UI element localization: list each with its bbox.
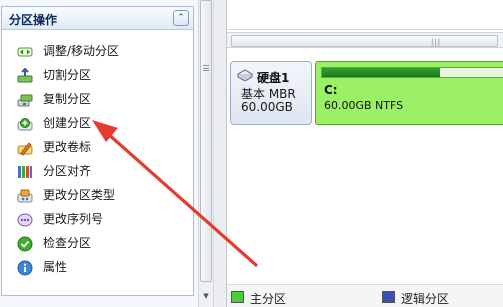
copy-partition-icon xyxy=(17,94,33,107)
operation-label: 更改分区类型 xyxy=(43,188,116,202)
operation-label: 更改卷标 xyxy=(43,140,92,154)
operation-change-label[interactable]: 更改卷标 xyxy=(2,136,193,160)
partition-operations-pane: 分区操作 ⌃ 调整/移动分区 切割分区 复制分区 创建分区 更改卷标 分区对齐 … xyxy=(0,0,198,307)
operation-label: 更改序列号 xyxy=(43,212,104,226)
left-pane-scrollbar[interactable]: ▼ xyxy=(198,0,213,307)
horizontal-scrollbar[interactable]: ||| xyxy=(227,32,503,48)
partition-operations-panel: 分区操作 ⌃ 调整/移动分区 切割分区 复制分区 创建分区 更改卷标 分区对齐 … xyxy=(1,6,194,296)
disk-info[interactable]: 硬盘1 基本 MBR 60.00GB xyxy=(230,61,312,125)
legend-bar: 主分区 逻辑分区 xyxy=(227,284,503,307)
operation-list: 调整/移动分区 切割分区 复制分区 创建分区 更改卷标 分区对齐 更改分区类型 … xyxy=(2,40,193,280)
partition-c-block[interactable]: C: 60.00GB NTFS xyxy=(315,61,503,125)
scrollbar-thumb[interactable] xyxy=(200,0,212,282)
disk-map-pane: ||| 硬盘1 基本 MBR 60.00GB C: 60.00GB NTFS 主… xyxy=(227,0,503,307)
legend-label: 主分区 xyxy=(250,292,287,306)
operation-check[interactable]: 检查分区 xyxy=(2,232,193,256)
partition-letter: C: xyxy=(324,83,338,97)
disk-row: 硬盘1 基本 MBR 60.00GB C: 60.00GB NTFS xyxy=(230,61,503,125)
panel-title: 分区操作 xyxy=(9,13,58,27)
panel-header: 分区操作 ⌃ xyxy=(2,7,193,30)
operation-label: 切割分区 xyxy=(43,68,92,82)
legend-swatch-logical xyxy=(382,291,395,303)
operation-create[interactable]: 创建分区 xyxy=(2,112,193,136)
partition-usage-fill xyxy=(322,68,441,77)
split-partition-icon xyxy=(17,68,33,83)
operation-change-serial[interactable]: 更改序列号 xyxy=(2,208,193,232)
operation-label: 调整/移动分区 xyxy=(43,44,120,58)
operation-label: 复制分区 xyxy=(43,92,92,106)
operation-align[interactable]: 分区对齐 xyxy=(2,160,193,184)
change-label-icon xyxy=(17,142,33,156)
operation-label: 创建分区 xyxy=(43,116,92,130)
operation-change-type[interactable]: 更改分区类型 xyxy=(2,184,193,208)
disk-size: 60.00GB xyxy=(241,100,293,114)
create-partition-icon xyxy=(17,118,33,131)
legend-swatch-primary xyxy=(231,291,244,303)
legend-label: 逻辑分区 xyxy=(401,292,450,306)
align-partition-icon xyxy=(18,166,32,178)
operation-split[interactable]: 切割分区 xyxy=(2,64,193,88)
scrollbar-thumb[interactable]: ||| xyxy=(231,35,498,47)
operation-resize-move[interactable]: 调整/移动分区 xyxy=(2,40,193,64)
operation-label: 检查分区 xyxy=(43,236,92,250)
grip-icon: ||| xyxy=(431,38,442,46)
check-partition-icon xyxy=(17,236,33,252)
hard-disk-icon xyxy=(237,69,253,81)
operation-properties[interactable]: 属性 xyxy=(2,256,193,280)
change-serial-icon xyxy=(17,213,33,227)
partition-description: 60.00GB NTFS xyxy=(324,99,404,112)
grip-icon xyxy=(203,65,209,71)
resize-move-icon xyxy=(17,47,33,57)
properties-icon xyxy=(17,260,33,276)
partition-usage-bar xyxy=(321,67,503,78)
scroll-down-arrow-icon[interactable]: ▼ xyxy=(200,289,212,304)
operation-copy[interactable]: 复制分区 xyxy=(2,88,193,112)
change-type-icon xyxy=(17,189,33,203)
double-chevron-up-icon[interactable]: ⌃ xyxy=(173,10,189,26)
operation-label: 属性 xyxy=(43,260,68,274)
operation-label: 分区对齐 xyxy=(43,164,92,178)
disk-name: 硬盘1 xyxy=(257,71,290,85)
list-area xyxy=(227,0,503,30)
pane-splitter[interactable] xyxy=(213,0,227,307)
